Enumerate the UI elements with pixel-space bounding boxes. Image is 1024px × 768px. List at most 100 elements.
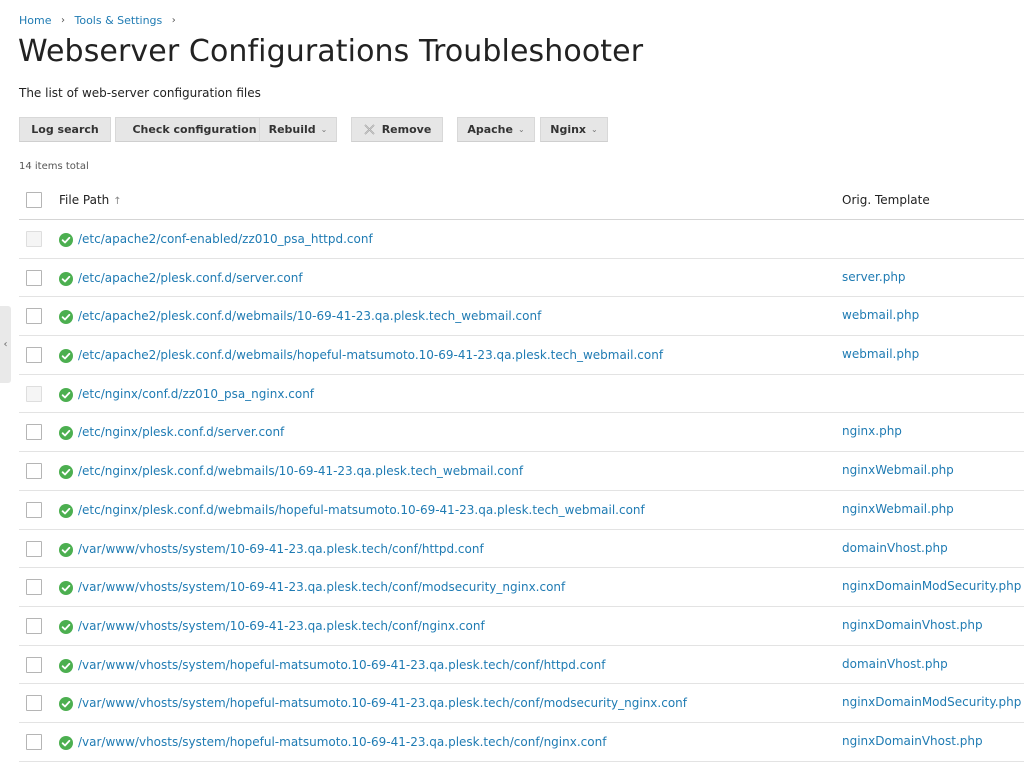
row-checkbox[interactable] bbox=[26, 463, 42, 480]
table-row: /etc/apache2/conf-enabled/zz010_psa_http… bbox=[19, 220, 1024, 259]
row-checkbox[interactable] bbox=[26, 617, 42, 634]
table-row: /var/www/vhosts/system/hopeful-matsumoto… bbox=[19, 684, 1024, 723]
orig-template-link[interactable]: nginxDomainVhost.php bbox=[842, 734, 983, 748]
table-row: /etc/apache2/plesk.conf.d/server.conf ser… bbox=[19, 259, 1024, 298]
file-path-link[interactable]: /var/www/vhosts/system/10-69-41-23.qa.pl… bbox=[78, 619, 485, 633]
check-circle-icon bbox=[59, 697, 73, 712]
chevron-down-icon: ⌄ bbox=[517, 125, 525, 134]
row-checkbox[interactable] bbox=[26, 424, 42, 441]
file-path-link[interactable]: /var/www/vhosts/system/10-69-41-23.qa.pl… bbox=[78, 542, 484, 556]
check-circle-icon bbox=[59, 658, 73, 673]
items-total: 14 items total bbox=[19, 161, 89, 172]
page-description: The list of web-server configuration fil… bbox=[19, 86, 261, 100]
row-checkbox[interactable] bbox=[26, 269, 42, 286]
file-path-link[interactable]: /etc/apache2/plesk.conf.d/webmails/10-69… bbox=[78, 309, 541, 323]
row-checkbox[interactable] bbox=[26, 308, 42, 325]
orig-template-link[interactable]: webmail.php bbox=[842, 347, 919, 361]
check-configuration-label: Check configuration bbox=[132, 123, 257, 136]
column-file-path[interactable]: File Path ↑ bbox=[59, 193, 122, 207]
check-circle-icon bbox=[59, 310, 73, 325]
file-path-link[interactable]: /etc/nginx/plesk.conf.d/webmails/10-69-4… bbox=[78, 464, 523, 478]
file-path-link[interactable]: /var/www/vhosts/system/hopeful-matsumoto… bbox=[78, 735, 606, 749]
check-circle-icon bbox=[59, 503, 73, 518]
table-row: /etc/apache2/plesk.conf.d/webmails/10-69… bbox=[19, 297, 1024, 337]
row-checkbox[interactable] bbox=[26, 579, 42, 596]
orig-template-link[interactable]: nginx.php bbox=[842, 424, 902, 438]
breadcrumb-home[interactable]: Home bbox=[19, 14, 51, 27]
file-path-link[interactable]: /var/www/vhosts/system/hopeful-matsumoto… bbox=[78, 696, 687, 710]
config-files-table: File Path ↑ Orig. Template /etc/apache2/c… bbox=[19, 182, 1024, 762]
table-row: /etc/nginx/plesk.conf.d/webmails/hopeful… bbox=[19, 491, 1024, 530]
check-circle-icon bbox=[59, 581, 73, 596]
row-checkbox bbox=[26, 231, 42, 247]
nginx-label: Nginx bbox=[550, 123, 587, 136]
breadcrumb-separator: › bbox=[171, 14, 176, 26]
table-row: /var/www/vhosts/system/10-69-41-23.qa.pl… bbox=[19, 568, 1024, 607]
breadcrumb: Home › Tools & Settings › bbox=[19, 13, 182, 27]
file-path-link[interactable]: /etc/nginx/conf.d/zz010_psa_nginx.conf bbox=[78, 387, 314, 401]
rebuild-label: Rebuild bbox=[268, 123, 316, 136]
file-path-link[interactable]: /var/www/vhosts/system/hopeful-matsumoto… bbox=[78, 658, 605, 672]
orig-template-link[interactable]: nginxDomainModSecurity.php bbox=[842, 579, 1021, 593]
file-path-link[interactable]: /etc/apache2/plesk.conf.d/webmails/hopef… bbox=[78, 348, 663, 362]
table-row: /etc/nginx/conf.d/zz010_psa_nginx.conf bbox=[19, 375, 1024, 414]
table-header: File Path ↑ Orig. Template bbox=[19, 182, 1024, 220]
table-row: /etc/apache2/plesk.conf.d/webmails/hopef… bbox=[19, 336, 1024, 375]
select-all-checkbox[interactable] bbox=[26, 192, 42, 208]
column-orig-template: Orig. Template bbox=[842, 193, 930, 207]
orig-template-link[interactable]: nginxWebmail.php bbox=[842, 463, 954, 477]
remove-button[interactable]: Remove bbox=[351, 117, 443, 142]
x-icon bbox=[364, 124, 375, 135]
table-row: /var/www/vhosts/system/10-69-41-23.qa.pl… bbox=[19, 607, 1024, 646]
orig-template-link[interactable]: nginxDomainVhost.php bbox=[842, 618, 983, 632]
check-configuration-button[interactable]: Check configuration bbox=[115, 117, 274, 142]
nginx-dropdown-button[interactable]: Nginx ⌄ bbox=[540, 117, 608, 142]
file-path-link[interactable]: /etc/nginx/plesk.conf.d/webmails/hopeful… bbox=[78, 503, 645, 517]
log-search-button[interactable]: Log search bbox=[19, 117, 111, 142]
rebuild-dropdown-button[interactable]: Rebuild ⌄ bbox=[259, 117, 337, 142]
check-circle-icon bbox=[59, 619, 73, 634]
chevron-left-icon: ‹ bbox=[3, 339, 8, 350]
column-file-path-label: File Path bbox=[59, 193, 110, 207]
table-row: /var/www/vhosts/system/hopeful-matsumoto… bbox=[19, 646, 1024, 685]
apache-dropdown-button[interactable]: Apache ⌄ bbox=[457, 117, 535, 142]
check-circle-icon bbox=[59, 426, 73, 441]
file-path-link[interactable]: /etc/apache2/plesk.conf.d/server.conf bbox=[78, 271, 303, 285]
sort-ascending-icon: ↑ bbox=[113, 196, 122, 207]
check-circle-icon bbox=[59, 735, 73, 750]
apache-label: Apache bbox=[467, 123, 513, 136]
table-row: /var/www/vhosts/system/10-69-41-23.qa.pl… bbox=[19, 530, 1024, 569]
row-checkbox[interactable] bbox=[26, 733, 42, 750]
chevron-down-icon: ⌄ bbox=[320, 125, 328, 134]
check-circle-icon bbox=[59, 387, 73, 402]
orig-template-link[interactable]: domainVhost.php bbox=[842, 541, 948, 555]
check-circle-icon bbox=[59, 542, 73, 557]
breadcrumb-separator: › bbox=[60, 14, 65, 26]
log-search-label: Log search bbox=[31, 123, 99, 136]
check-circle-icon bbox=[59, 271, 73, 286]
row-checkbox[interactable] bbox=[26, 501, 42, 518]
table-row: /etc/nginx/plesk.conf.d/server.conf nginx… bbox=[19, 413, 1024, 453]
row-checkbox[interactable] bbox=[26, 695, 42, 712]
check-circle-icon bbox=[59, 465, 73, 480]
sidebar-collapse-toggle[interactable]: ‹ bbox=[0, 306, 11, 383]
orig-template-link[interactable]: server.php bbox=[842, 270, 906, 284]
orig-template-link[interactable]: nginxDomainModSecurity.php bbox=[842, 695, 1021, 709]
file-path-link[interactable]: /etc/nginx/plesk.conf.d/server.conf bbox=[78, 425, 284, 439]
row-checkbox[interactable] bbox=[26, 347, 42, 364]
row-checkbox bbox=[26, 385, 42, 402]
check-circle-icon bbox=[59, 349, 73, 364]
page-title: Webserver Configurations Troubleshooter bbox=[18, 34, 644, 69]
orig-template-link[interactable]: nginxWebmail.php bbox=[842, 502, 954, 516]
file-path-link[interactable]: /etc/apache2/conf-enabled/zz010_psa_http… bbox=[78, 232, 373, 246]
orig-template-link[interactable]: domainVhost.php bbox=[842, 657, 948, 671]
file-path-link[interactable]: /var/www/vhosts/system/10-69-41-23.qa.pl… bbox=[78, 580, 565, 594]
table-row: /var/www/vhosts/system/hopeful-matsumoto… bbox=[19, 723, 1024, 762]
row-checkbox[interactable] bbox=[26, 656, 42, 673]
row-checkbox[interactable] bbox=[26, 540, 42, 557]
breadcrumb-tools-settings[interactable]: Tools & Settings bbox=[74, 14, 162, 27]
table-body: /etc/apache2/conf-enabled/zz010_psa_http… bbox=[19, 220, 1024, 762]
check-circle-icon bbox=[59, 233, 73, 247]
remove-label: Remove bbox=[381, 123, 432, 136]
orig-template-link[interactable]: webmail.php bbox=[842, 308, 919, 322]
